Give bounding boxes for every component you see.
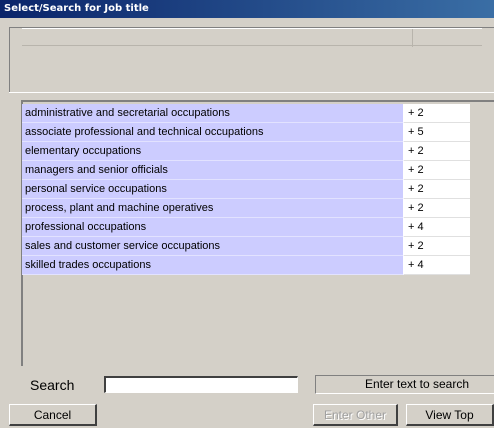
search-input[interactable]	[104, 376, 298, 393]
list-item[interactable]: skilled trades occupations + 4	[22, 256, 474, 275]
occupation-name[interactable]: skilled trades occupations	[22, 256, 404, 275]
view-top-button[interactable]: View Top	[406, 404, 494, 426]
list-item[interactable]: process, plant and machine operatives + 2	[22, 199, 474, 218]
list-item[interactable]: managers and senior officials + 2	[22, 161, 474, 180]
occupation-count[interactable]: + 4	[404, 218, 470, 237]
selected-items-header	[22, 28, 482, 47]
occupation-name[interactable]: elementary occupations	[22, 142, 404, 161]
occupation-count[interactable]: + 4	[404, 256, 470, 275]
list-item[interactable]: elementary occupations + 2	[22, 142, 474, 161]
occupation-name[interactable]: managers and senior officials	[22, 161, 404, 180]
search-label: Search	[30, 377, 75, 393]
list-item[interactable]: personal service occupations + 2	[22, 180, 474, 199]
occupation-name[interactable]: personal service occupations	[22, 180, 404, 199]
list-item[interactable]: sales and customer service occupations + …	[22, 237, 474, 256]
cancel-button[interactable]: Cancel	[9, 404, 97, 426]
occupation-count[interactable]: + 5	[404, 123, 470, 142]
job-title-dialog: Select/Search for Job title administrati…	[0, 0, 494, 428]
occupation-count[interactable]: + 2	[404, 142, 470, 161]
search-hint: Enter text to search	[315, 375, 494, 394]
occupation-name[interactable]: administrative and secretarial occupatio…	[22, 104, 404, 123]
list-item[interactable]: administrative and secretarial occupatio…	[22, 104, 474, 123]
list-item[interactable]: professional occupations + 4	[22, 218, 474, 237]
occupation-count[interactable]: + 2	[404, 104, 470, 123]
column-divider	[412, 29, 413, 47]
enter-other-button[interactable]: Enter Other	[313, 404, 398, 426]
selected-items-panel	[9, 27, 494, 93]
window-title: Select/Search for Job title	[0, 0, 494, 18]
occupation-count[interactable]: + 2	[404, 180, 470, 199]
occupation-count[interactable]: + 2	[404, 237, 470, 256]
occupation-list: administrative and secretarial occupatio…	[22, 104, 474, 275]
occupation-count[interactable]: + 2	[404, 161, 470, 180]
occupation-name[interactable]: associate professional and technical occ…	[22, 123, 404, 142]
occupation-name[interactable]: professional occupations	[22, 218, 404, 237]
occupation-name[interactable]: process, plant and machine operatives	[22, 199, 404, 218]
occupation-count[interactable]: + 2	[404, 199, 470, 218]
occupation-name[interactable]: sales and customer service occupations	[22, 237, 404, 256]
list-item[interactable]: associate professional and technical occ…	[22, 123, 474, 142]
panel-divider	[9, 92, 494, 93]
